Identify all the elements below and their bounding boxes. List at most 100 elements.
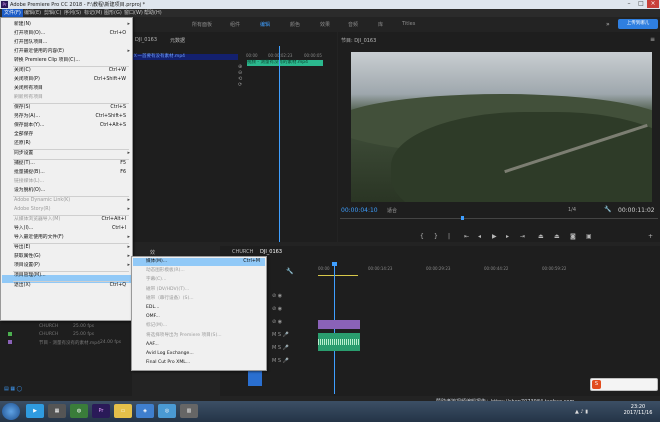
metadata-tab[interactable]: 元数据	[170, 37, 185, 44]
program-panel-menu-icon[interactable]: ≡	[650, 36, 655, 43]
source-clip-green[interactable]: 视频 - 测量有没有的素材.mp4	[247, 60, 323, 66]
taskbar-clock[interactable]: 23:20 2017/11/16	[621, 404, 655, 416]
file-menu-item[interactable]: 关闭所有项目	[14, 84, 43, 93]
wrench-icon[interactable]: 🔧	[604, 206, 611, 213]
mark-in-icon[interactable]: {	[420, 233, 424, 240]
export-frame-icon[interactable]: ◙	[570, 233, 576, 240]
file-menu-item[interactable]: 关闭(C)	[14, 66, 31, 75]
file-menu-item[interactable]: 保存(S)	[14, 103, 30, 112]
audio-clip-a1[interactable]	[318, 333, 360, 351]
folder-icon[interactable]: ▭	[114, 404, 132, 418]
timeline-tab-church[interactable]: CHURCH	[232, 249, 253, 255]
export-submenu-item[interactable]: OMF...	[146, 313, 160, 322]
track-targeting-a1[interactable]	[248, 370, 262, 386]
file-menu-item[interactable]: 导入(I)...	[14, 224, 33, 233]
file-menu-item[interactable]: 退出(X)	[14, 281, 31, 290]
file-menu-item[interactable]: 获取属性(G)	[14, 252, 41, 261]
file-menu-item[interactable]: 打开团队项目...	[14, 38, 47, 47]
source-tool-icons[interactable]: ⊕ ⊖ ⟲ ⟳	[238, 64, 242, 88]
tray-icons[interactable]: ▲ ♪ ▮	[575, 409, 588, 415]
file-menu-item[interactable]: 同步设置	[14, 149, 33, 158]
add-button-icon[interactable]: +	[648, 233, 653, 240]
extract-icon[interactable]: ⏏	[554, 233, 560, 240]
lift-icon[interactable]: ⏏	[538, 233, 544, 240]
file-menu-item[interactable]: 打开项目(O)...	[14, 29, 45, 38]
file-menu-item[interactable]: 另存为(A)...	[14, 112, 40, 121]
menu-graphics[interactable]: 图形(G)	[102, 9, 124, 17]
track-toggle-icons[interactable]: ⊘ ◉ ⊘ ◉ ⊘ ◉ M S 🎤 M S 🎤 M S 🎤	[272, 290, 289, 368]
menu-file[interactable]: 文件(F)	[2, 9, 23, 17]
close-icon[interactable]: ×	[647, 0, 659, 8]
explorer-icon[interactable]: ▦	[48, 404, 66, 418]
source-tab[interactable]: DJI_0163	[135, 37, 157, 43]
workspace-libraries[interactable]: 库	[378, 21, 383, 28]
menu-edit[interactable]: 编辑(E)	[22, 9, 43, 17]
program-resolution-select[interactable]: 1/4	[568, 207, 576, 213]
menu-marker[interactable]: 标记(M)	[82, 9, 104, 17]
file-menu-item[interactable]: 全部保存	[14, 130, 33, 139]
source-playhead[interactable]	[279, 46, 280, 242]
project-row-name[interactable]: CHURCH	[39, 324, 58, 329]
ime-toolbar[interactable]: S	[590, 378, 658, 391]
app-icon[interactable]: ◍	[70, 404, 88, 418]
workspace-assembly[interactable]: 组件	[230, 21, 240, 28]
workspace-effects[interactable]: 效果	[320, 21, 330, 28]
workspace-all-panels[interactable]: 所有面板	[192, 21, 212, 28]
app-icon-3[interactable]: ◎	[158, 404, 176, 418]
upload-badge[interactable]: 上传到哪儿	[618, 19, 658, 29]
file-menu-item[interactable]: 导出(E)	[14, 243, 30, 252]
list-view-icon[interactable]: ▤ ▦ ◯	[4, 386, 22, 392]
go-to-in-icon[interactable]: |	[448, 233, 450, 240]
file-menu-item[interactable]: 设为脱机(O)...	[14, 186, 45, 195]
project-row-name[interactable]: CHURCH	[39, 332, 58, 337]
program-panel-title[interactable]: 节目: DJI_0163	[341, 37, 376, 44]
project-row-name[interactable]: 节目 - 测量有没有的素材.mp4	[39, 340, 100, 346]
media-player-icon[interactable]: ▶	[26, 404, 44, 418]
mark-out-icon[interactable]: }	[434, 233, 438, 240]
play-icon[interactable]: ▶	[492, 233, 497, 240]
file-menu-item[interactable]: 保存副本(Y)...	[14, 121, 44, 130]
file-menu-item[interactable]: 导入最近使用的文件(F)	[14, 233, 64, 242]
app-icon-2[interactable]: ◈	[136, 404, 154, 418]
file-menu-item[interactable]: 关闭项目(P)	[14, 75, 40, 84]
start-button[interactable]	[2, 403, 20, 420]
program-current-timecode[interactable]: 00:00:04:10	[341, 207, 378, 214]
work-area-bar[interactable]	[318, 275, 358, 276]
file-menu-item[interactable]: 还原(R)	[14, 139, 31, 148]
sogou-ime-icon[interactable]: S	[592, 380, 601, 389]
file-menu-item[interactable]: 新建(N)	[14, 20, 31, 29]
timeline-tab-dji[interactable]: DJI_0163	[260, 249, 282, 255]
file-menu-item[interactable]: 批量捕捉(B)...	[14, 168, 45, 177]
source-clip-item[interactable]: Ｘ一首要有没有素材.mp4	[133, 54, 238, 60]
workspace-menu-icon[interactable]: »	[606, 21, 610, 28]
step-back-icon[interactable]: ◂	[478, 233, 481, 240]
maximize-icon[interactable]: □	[635, 0, 647, 8]
menu-clip[interactable]: 剪辑(C)	[42, 9, 63, 17]
export-submenu-item[interactable]: EDL...	[146, 304, 159, 313]
file-menu-item[interactable]: 捕捉(T)...	[14, 159, 35, 168]
step-forward-icon[interactable]: ▸	[506, 233, 509, 240]
goto-out-point-icon[interactable]: ⇥	[520, 233, 525, 240]
export-submenu-item[interactable]: 媒体(M)...	[146, 258, 167, 267]
workspace-editing[interactable]: 编辑	[260, 21, 270, 28]
goto-in-point-icon[interactable]: ⇤	[464, 233, 469, 240]
menu-sequence[interactable]: 序列(S)	[62, 9, 83, 17]
workspace-color[interactable]: 颜色	[290, 21, 300, 28]
export-submenu-item[interactable]: Avid Log Exchange...	[146, 350, 194, 359]
premiere-taskbar-icon[interactable]: Pr	[92, 404, 110, 418]
file-menu-item[interactable]: 项目设置(P)	[14, 261, 40, 270]
menu-help[interactable]: 帮助(H)	[142, 9, 164, 17]
minimize-icon[interactable]: –	[623, 0, 635, 8]
comparison-view-icon[interactable]: ▣	[586, 233, 592, 240]
file-menu-item[interactable]: 转换 Premiere Clip 项目(C)...	[14, 56, 80, 65]
app-icon-4[interactable]: ▥	[180, 404, 198, 418]
file-menu-item[interactable]: 打开最近使用的内容(E)	[14, 47, 64, 56]
export-submenu-item[interactable]: Final Cut Pro XML...	[146, 359, 190, 368]
file-menu-item[interactable]: 项目管理(M)...	[14, 271, 46, 280]
timeline-playhead[interactable]	[334, 264, 335, 394]
video-clip-v1[interactable]	[318, 320, 360, 329]
program-fit-select[interactable]: 适合	[387, 207, 397, 214]
workspace-audio[interactable]: 音频	[348, 21, 358, 28]
export-submenu-item[interactable]: AAF...	[146, 341, 159, 350]
timeline-playhead-handle[interactable]	[332, 262, 337, 266]
